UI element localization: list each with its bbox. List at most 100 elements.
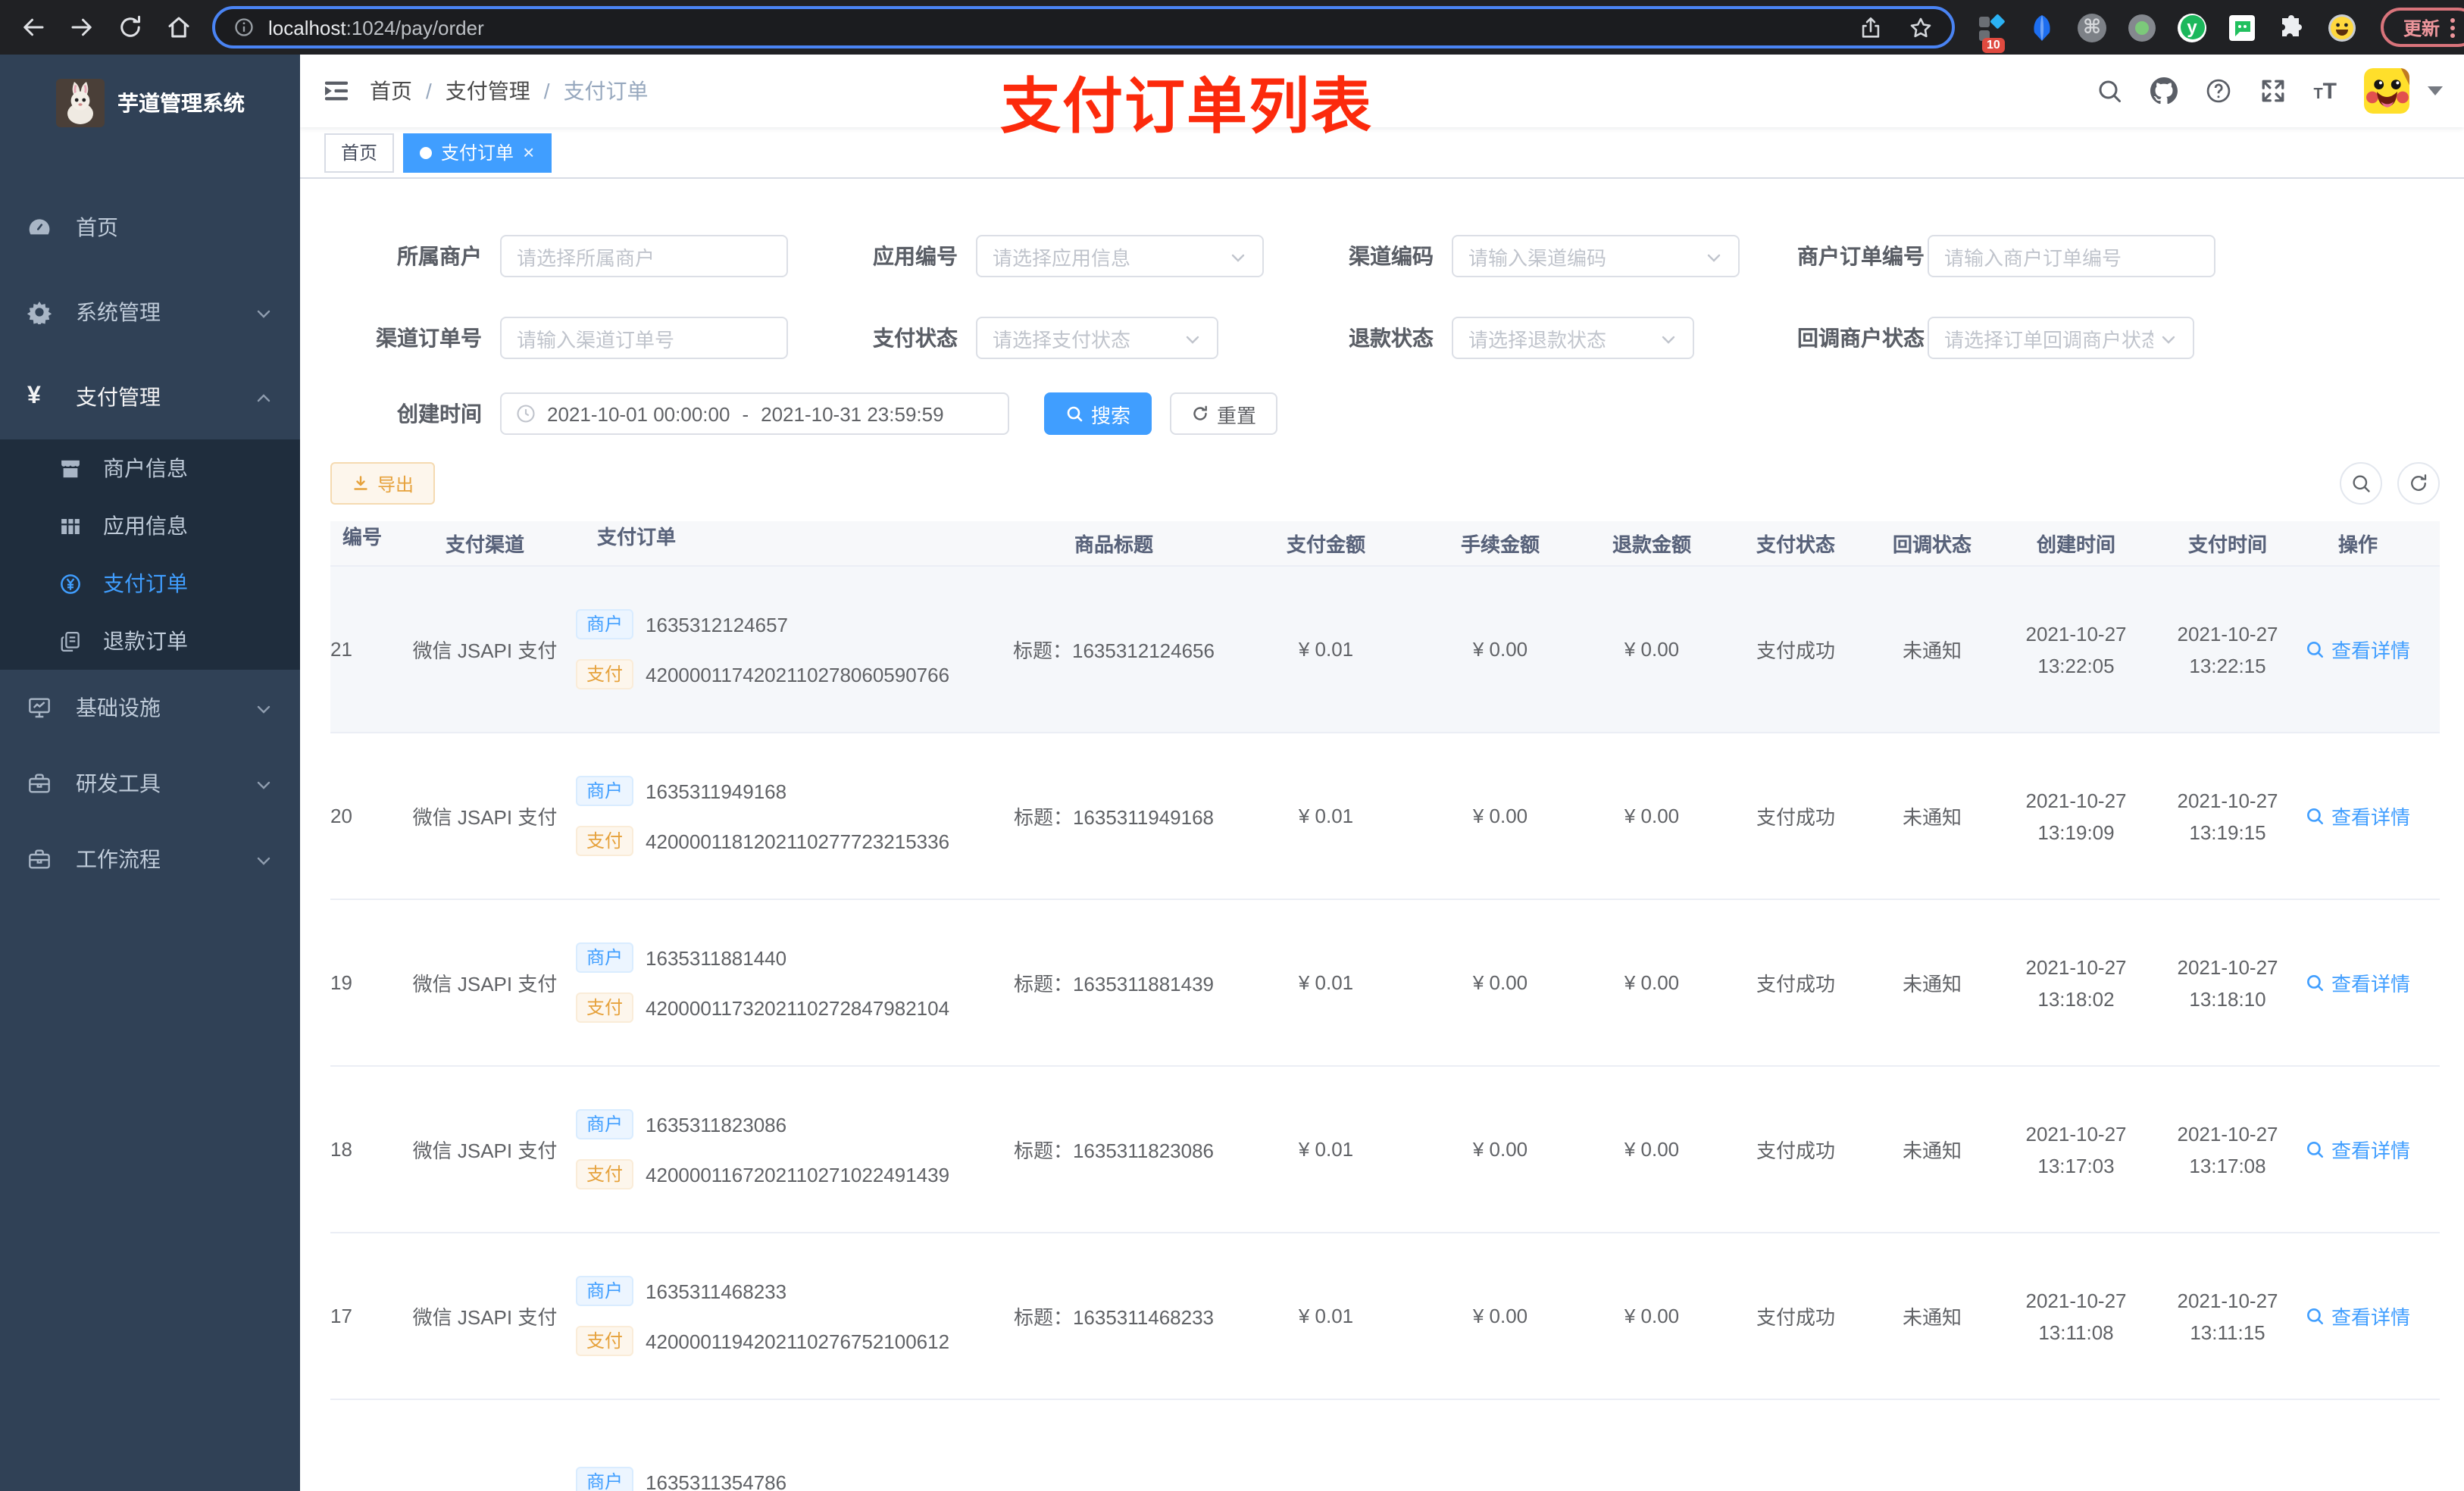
star-icon[interactable] (1908, 14, 1934, 40)
extension-balloon-icon[interactable] (2028, 13, 2056, 42)
sidebar-item-refund-order[interactable]: 退款订单 (0, 612, 300, 670)
actions-cell: 查看详情 (2303, 1067, 2412, 1232)
pay-channel: 微信 JSAPI 支付 (412, 806, 558, 829)
refresh-button[interactable] (2397, 462, 2440, 505)
filter-label-merchant: 所属商户 (397, 244, 482, 268)
sidebar-item-pay-order[interactable]: 支付订单 (0, 555, 300, 612)
sidebar-item-system[interactable]: 系统管理 (0, 270, 300, 355)
chevron-down-icon (255, 774, 273, 792)
sidebar-item-merchant-info[interactable]: 商户信息 (0, 439, 300, 497)
sidebar-item-infrastructure[interactable]: 基础设施 (0, 670, 300, 746)
table-row: 19 微信 JSAPI 支付 商户 1635311881440 支付 42000… (330, 900, 2440, 1067)
pay-tag: 支付 (576, 826, 634, 856)
fontsize-icon[interactable]: TT (2313, 80, 2337, 102)
page-content: 所属商户 请选择所属商户 应用编号 请选择应用信息 渠道编码 请输入渠道编码 商… (300, 179, 2464, 1491)
refund-amount: ¥ 0.00 (1624, 638, 1680, 661)
view-detail-link[interactable]: 查看详情 (2306, 968, 2410, 997)
pay-channel: 微信 JSAPI 支付 (412, 639, 558, 662)
merchant-order-no-input[interactable]: 请输入商户订单编号 (1928, 235, 2215, 277)
browser-menu-icon[interactable] (2450, 17, 2455, 37)
avatar[interactable] (2364, 68, 2409, 114)
app-select[interactable]: 请选择应用信息 (976, 235, 1264, 277)
pay-tag: 支付 (576, 1159, 634, 1189)
info-icon[interactable] (233, 17, 255, 38)
sidebar-item-app-info[interactable]: 应用信息 (0, 497, 300, 555)
channel-order-no: 4200001173202110272847982104 (646, 996, 950, 1019)
pay-order-cell: 商户 1635311823086 支付 42000011672021102710… (576, 1067, 1000, 1232)
refund-status-select[interactable]: 请选择退款状态 (1452, 317, 1694, 359)
merchant-order-no: 1635311881440 (646, 946, 787, 969)
pay-time: 2021-10-27 13:18:10 (2177, 955, 2278, 1010)
browser-update-button[interactable]: 更新 (2381, 8, 2464, 47)
url-bar[interactable]: localhost:1024/pay/order (212, 6, 1955, 48)
tab-home[interactable]: 首页 (324, 133, 395, 172)
pay-channel: 微信 JSAPI 支付 (412, 1139, 558, 1162)
col-order: 支付订单 (597, 526, 677, 549)
close-icon[interactable]: × (523, 142, 534, 162)
pay-status: 支付成功 (1756, 806, 1835, 829)
pay-amount: ¥ 0.01 (1298, 971, 1354, 994)
active-tab-dot (420, 146, 433, 158)
extension-yudao-icon[interactable]: y (2178, 13, 2206, 42)
pay-amount: ¥ 0.01 (1298, 1138, 1354, 1161)
merchant-order-no: 1635311949168 (646, 780, 787, 802)
reload-icon[interactable] (115, 12, 145, 42)
sidebar-item-home[interactable]: 首页 (0, 185, 300, 270)
actions-cell: 查看详情 (2303, 567, 2412, 732)
chevron-up-icon (255, 388, 273, 406)
breadcrumb-home[interactable]: 首页 (370, 76, 412, 106)
sidebar-item-dev-tools[interactable]: 研发工具 (0, 746, 300, 821)
export-button[interactable]: 导出 (330, 462, 436, 505)
tab-pay-order[interactable]: 支付订单 × (403, 133, 552, 172)
search-icon[interactable] (2095, 77, 2122, 105)
col-id: 编号 (342, 526, 382, 549)
search-icon (2308, 975, 2325, 992)
view-detail-link[interactable]: 查看详情 (2306, 635, 2410, 664)
back-icon[interactable] (18, 12, 48, 42)
extension-diamond-icon[interactable]: 10 (1978, 13, 2006, 52)
pay-status: 支付成功 (1756, 1306, 1835, 1329)
share-icon[interactable] (1858, 14, 1884, 40)
toggle-search-button[interactable] (2340, 462, 2382, 505)
refund-amount: ¥ 0.00 (1624, 1138, 1680, 1161)
sidebar-fold-icon[interactable] (321, 76, 352, 106)
dashboard-icon (27, 215, 52, 239)
caret-down-icon[interactable] (2428, 86, 2443, 95)
filter-label-channel-code: 渠道编码 (1349, 244, 1434, 268)
view-detail-link[interactable]: 查看详情 (2306, 1135, 2410, 1164)
pay-time: 2021-10-27 13:11:15 (2177, 1289, 2278, 1343)
pay-tag: 支付 (576, 1326, 634, 1356)
extension-emoji-icon[interactable] (2328, 13, 2356, 42)
sidebar-item-payment[interactable]: ¥ 支付管理 (0, 355, 300, 439)
create-time-range-picker[interactable]: 2021-10-01 00:00:00 - 2021-10-31 23:59:5… (500, 392, 1009, 435)
search-button[interactable]: 搜索 (1044, 392, 1152, 435)
pay-status-select[interactable]: 请选择支付状态 (976, 317, 1218, 359)
extension-chat-icon[interactable] (2228, 13, 2256, 42)
extension-recorder-icon[interactable] (2128, 13, 2156, 42)
channel-order-no-input[interactable]: 请输入渠道订单号 (500, 317, 788, 359)
reset-button[interactable]: 重置 (1170, 392, 1278, 435)
channel-code-select[interactable]: 请输入渠道编码 (1452, 235, 1740, 277)
sidebar-item-workflow[interactable]: 工作流程 (0, 821, 300, 897)
fullscreen-icon[interactable] (2259, 77, 2286, 105)
product-title: 标题：1635312124656 (1013, 639, 1215, 662)
view-detail-link[interactable]: 查看详情 (2306, 1302, 2410, 1330)
merchant-input[interactable]: 请选择所属商户 (500, 235, 788, 277)
notify-status-select[interactable]: 请选择订单回调商户状态 (1928, 317, 2194, 359)
sidebar-item-label: 支付订单 (103, 571, 188, 595)
github-icon[interactable] (2150, 77, 2178, 105)
breadcrumb-payment[interactable]: 支付管理 (446, 76, 530, 106)
home-icon[interactable] (164, 12, 194, 42)
help-icon[interactable] (2204, 77, 2231, 105)
forward-icon[interactable] (67, 12, 97, 42)
extensions-puzzle-icon[interactable] (2278, 13, 2306, 42)
pay-time: 2021-10-27 13:19:15 (2177, 789, 2278, 843)
sidebar-logo[interactable]: 芋道管理系统 (0, 55, 300, 142)
view-detail-link[interactable]: 查看详情 (2306, 802, 2410, 830)
extension-command-icon[interactable]: ⌘ (2078, 13, 2106, 42)
search-icon (2308, 642, 2325, 658)
table-row-partial: 商户 1635311354786 (330, 1400, 2440, 1491)
create-time: 2021-10-27 13:17:03 (2025, 1122, 2127, 1177)
browser-extensions: 10 ⌘ y 更新 (1978, 8, 2464, 52)
search-icon (2353, 475, 2370, 492)
